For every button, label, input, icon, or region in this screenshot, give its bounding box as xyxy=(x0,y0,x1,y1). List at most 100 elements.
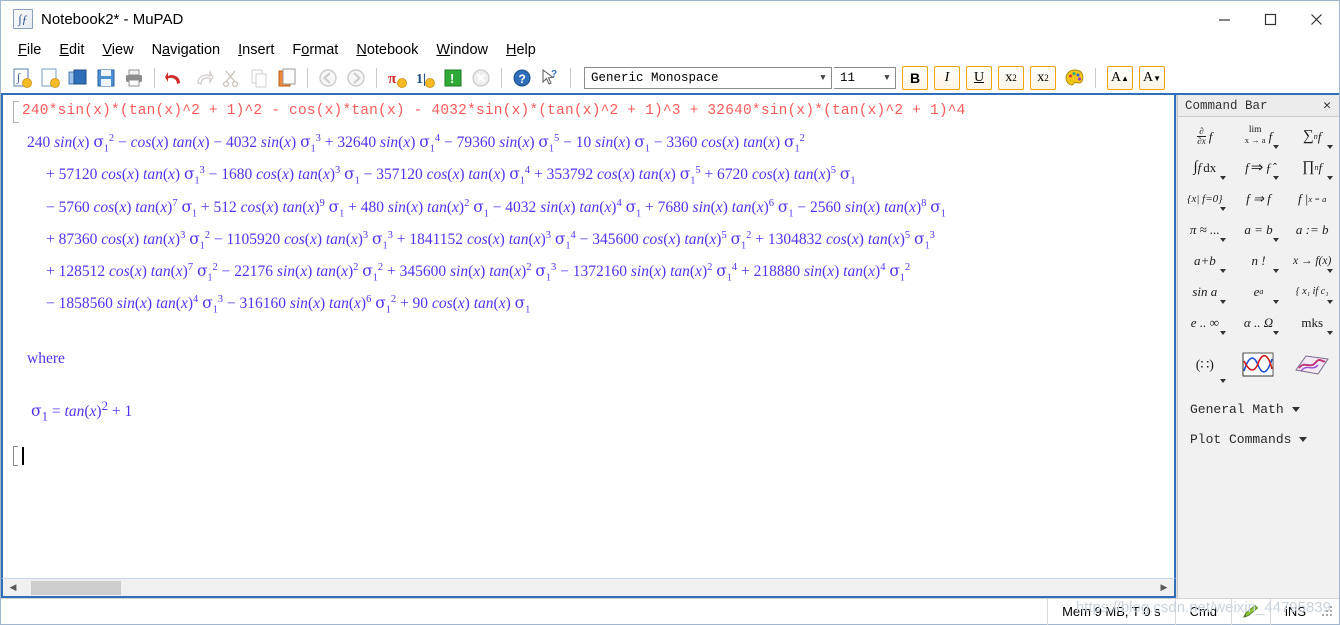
chevron-down-icon[interactable] xyxy=(1219,269,1226,273)
forward-arrow-icon[interactable] xyxy=(343,66,369,90)
sum-button[interactable]: ∑ n f xyxy=(1285,121,1339,152)
cut-scissors-icon[interactable] xyxy=(218,66,244,90)
matrix-button[interactable]: (∷) xyxy=(1178,344,1232,386)
chevron-down-icon[interactable] xyxy=(1327,269,1333,273)
print-icon[interactable] xyxy=(121,66,147,90)
menu-notebook[interactable]: Notebook xyxy=(347,40,427,60)
plot3d-button[interactable] xyxy=(1285,344,1339,386)
chevron-down-icon[interactable] xyxy=(1299,436,1308,442)
new-notebook-icon[interactable]: ∫ xyxy=(9,66,35,90)
piecewise-button[interactable]: { x₁ if c₁ xyxy=(1285,276,1339,307)
function-map-button[interactable]: x → f(x) xyxy=(1285,245,1339,276)
font-size-select[interactable]: 11 ▼ xyxy=(834,67,896,89)
copy-icon[interactable] xyxy=(246,66,272,90)
help-pointer-icon[interactable]: ? xyxy=(537,66,563,90)
exclamation-run-icon[interactable]: ! xyxy=(440,66,466,90)
minimize-button[interactable] xyxy=(1201,1,1247,37)
close-button[interactable] xyxy=(1293,1,1339,37)
chevron-down-icon[interactable] xyxy=(1291,406,1300,412)
chevron-down-icon[interactable] xyxy=(1219,331,1226,335)
input-cell[interactable]: 240*sin(x)*(tan(x)^2 + 1)^2 - cos(x)*tan… xyxy=(13,101,1164,123)
plot-commands-dropdown[interactable]: Plot Commands xyxy=(1178,424,1339,454)
evaluate-at-button[interactable]: f | x = a xyxy=(1285,183,1339,214)
limit-label: lim xyxy=(1248,125,1262,136)
trig-button[interactable]: sin a xyxy=(1178,276,1232,307)
chevron-down-icon[interactable] xyxy=(1219,379,1226,383)
color-palette-icon[interactable] xyxy=(1062,66,1088,90)
back-arrow-icon[interactable] xyxy=(315,66,341,90)
greek-letters-button[interactable]: α .. Ω xyxy=(1232,307,1286,338)
assign-button[interactable]: a := b xyxy=(1285,214,1339,245)
solve-equation-button[interactable]: {x| f=0} xyxy=(1178,183,1232,214)
mks-units-button[interactable]: mks xyxy=(1285,307,1339,338)
partial-derivative-button[interactable]: ∂ ∂x f xyxy=(1178,121,1232,152)
chevron-down-icon[interactable] xyxy=(1273,331,1280,335)
chevron-down-icon[interactable] xyxy=(1327,331,1333,335)
chevron-down-icon[interactable] xyxy=(1273,176,1280,180)
subscript-button[interactable]: x2 xyxy=(998,66,1024,90)
menu-navigation[interactable]: Navigation xyxy=(143,40,230,60)
menu-insert[interactable]: Insert xyxy=(229,40,283,60)
scrollbar-track[interactable] xyxy=(23,579,1154,597)
paste-icon[interactable] xyxy=(274,66,300,90)
simplify-button[interactable]: f ⇒ f xyxy=(1232,183,1286,214)
limit-button[interactable]: lim x → a f xyxy=(1232,121,1286,152)
menu-file[interactable]: File xyxy=(9,40,50,60)
open-folder-icon[interactable] xyxy=(65,66,91,90)
stop-icon[interactable] xyxy=(468,66,494,90)
constants-button[interactable]: e .. ∞ xyxy=(1178,307,1232,338)
menu-file-label: F xyxy=(18,42,27,58)
chevron-down-icon[interactable] xyxy=(1219,300,1226,304)
general-math-dropdown[interactable]: General Math xyxy=(1178,394,1339,424)
solve-label: {x| f=0} xyxy=(1187,192,1223,205)
menu-help[interactable]: Help xyxy=(497,40,545,60)
chevron-down-icon[interactable] xyxy=(1219,176,1226,180)
equation-button[interactable]: a = b xyxy=(1232,214,1286,245)
resize-grip-icon[interactable] xyxy=(1320,604,1336,620)
chevron-down-icon[interactable] xyxy=(1327,300,1333,304)
chevron-down-icon[interactable] xyxy=(1219,238,1226,242)
exponential-button[interactable]: ea xyxy=(1232,276,1286,307)
font-family-select[interactable]: Generic Monospace ▼ xyxy=(584,67,832,89)
addition-button[interactable]: a+b xyxy=(1178,245,1232,276)
underline-button[interactable]: U xyxy=(966,66,992,90)
menu-window[interactable]: Window xyxy=(427,40,497,60)
horizontal-scrollbar[interactable]: ◀ ▶ xyxy=(1,578,1176,598)
undo-icon[interactable] xyxy=(162,66,188,90)
superscript-button[interactable]: x2 xyxy=(1030,66,1056,90)
maximize-button[interactable] xyxy=(1247,1,1293,37)
output-line-1: 240 sin(x) σ12 − cos(x) tan(x) − 4032 si… xyxy=(27,133,805,155)
evaluate-all-icon[interactable]: 1| xyxy=(412,66,438,90)
bold-button[interactable]: B xyxy=(902,66,928,90)
chevron-down-icon[interactable] xyxy=(1327,176,1333,180)
transform-hat-button[interactable]: f ⇒ ƒ̂ xyxy=(1232,152,1286,183)
chevron-down-icon[interactable] xyxy=(1219,207,1226,211)
help-question-icon[interactable]: ? xyxy=(509,66,535,90)
scrollbar-thumb[interactable] xyxy=(31,580,121,595)
redo-icon[interactable] xyxy=(190,66,216,90)
new-document-icon[interactable] xyxy=(37,66,63,90)
close-icon[interactable]: ✕ xyxy=(1319,98,1335,113)
numeric-approx-button[interactable]: π ≈ ... xyxy=(1178,214,1232,245)
menu-view[interactable]: View xyxy=(93,40,142,60)
integral-button[interactable]: ∫ f dx xyxy=(1178,152,1232,183)
menu-edit[interactable]: Edit xyxy=(50,40,93,60)
italic-button[interactable]: I xyxy=(934,66,960,90)
chevron-down-icon[interactable] xyxy=(1273,145,1280,149)
notebook-canvas[interactable]: 240*sin(x)*(tan(x)^2 + 1)^2 - cos(x)*tan… xyxy=(1,95,1176,578)
chevron-down-icon[interactable] xyxy=(1273,300,1280,304)
menu-format[interactable]: Format xyxy=(283,40,347,60)
scroll-left-arrow-icon[interactable]: ◀ xyxy=(3,579,23,597)
new-input-cell[interactable] xyxy=(13,445,1164,468)
pi-evaluate-icon[interactable]: π xyxy=(384,66,410,90)
chevron-down-icon[interactable] xyxy=(1327,145,1333,149)
decrease-font-button[interactable]: A ▼ xyxy=(1139,66,1165,90)
product-button[interactable]: ∏ n f xyxy=(1285,152,1339,183)
increase-font-button[interactable]: A ▲ xyxy=(1107,66,1133,90)
plot2d-button[interactable] xyxy=(1232,344,1286,386)
chevron-down-icon[interactable] xyxy=(1273,269,1280,273)
factorial-button[interactable]: n ! xyxy=(1232,245,1286,276)
scroll-right-arrow-icon[interactable]: ▶ xyxy=(1154,579,1174,597)
chevron-down-icon[interactable] xyxy=(1273,238,1280,242)
save-icon[interactable] xyxy=(93,66,119,90)
